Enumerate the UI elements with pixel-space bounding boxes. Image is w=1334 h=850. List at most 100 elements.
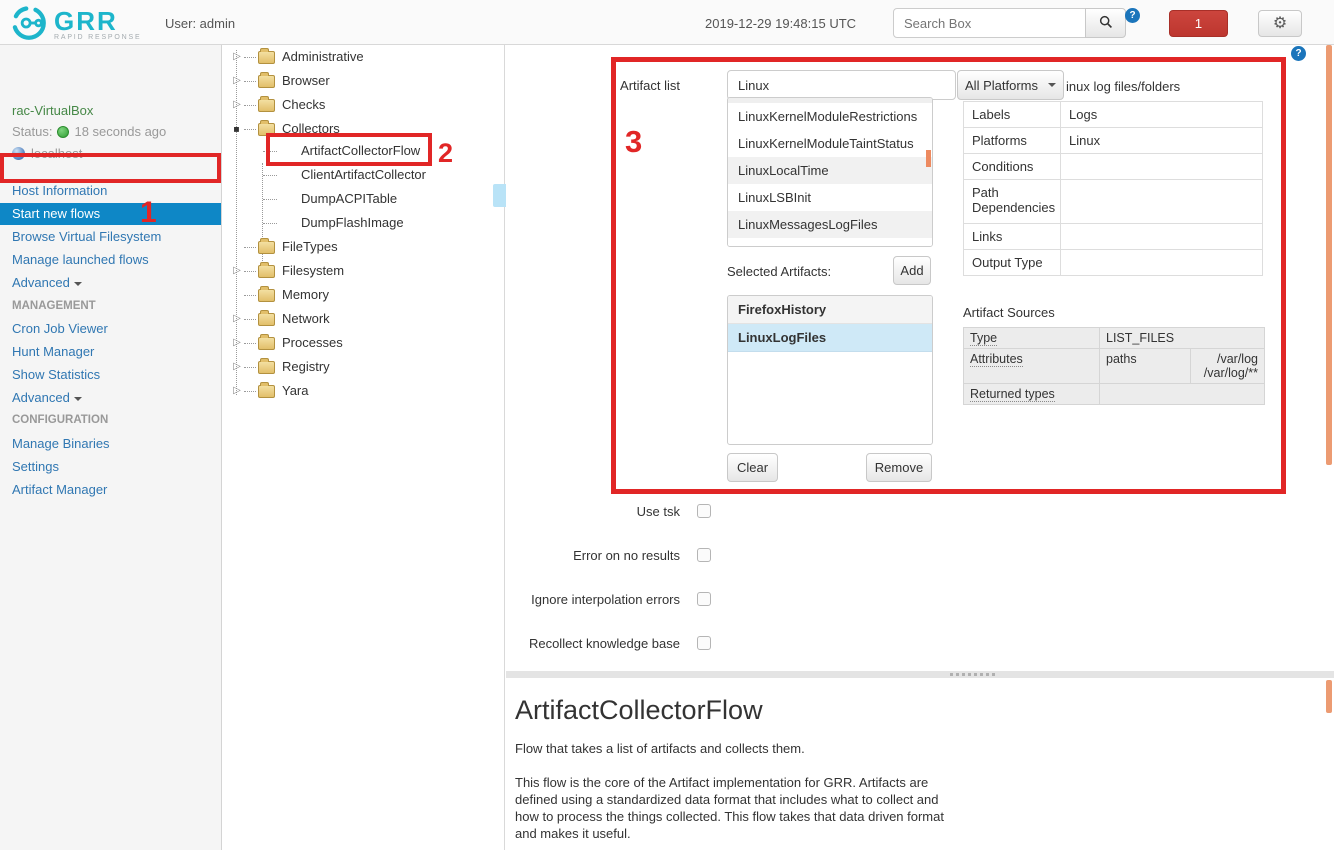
add-button[interactable]: Add: [893, 256, 931, 285]
tree-item-memory[interactable]: Memory: [230, 283, 329, 307]
tree-item-label[interactable]: Network: [282, 307, 330, 331]
tree-item-registry[interactable]: ▷ Registry: [230, 355, 330, 379]
sidebar-item-start-new-flows[interactable]: Start new flows: [0, 203, 221, 225]
sidebar-item-show-statistics[interactable]: Show Statistics: [0, 364, 221, 386]
tree-item-processes[interactable]: ▷ Processes: [230, 331, 343, 355]
remove-button[interactable]: Remove: [866, 453, 932, 482]
chevron-right-icon[interactable]: ▷: [230, 93, 244, 117]
chevron-right-icon[interactable]: ▷: [230, 45, 244, 69]
host-status: Status: 18 seconds ago: [12, 124, 166, 139]
tree-item-label[interactable]: Memory: [282, 283, 329, 307]
recollect-knowledge-base-checkbox[interactable]: [697, 636, 711, 650]
clear-button[interactable]: Clear: [727, 453, 778, 482]
settings-button[interactable]: ⚙: [1258, 10, 1302, 37]
artifact-option[interactable]: LinuxLSBInit: [728, 184, 932, 211]
tree-item-label[interactable]: Processes: [282, 331, 343, 355]
folder-icon: [258, 123, 275, 136]
tree-item-administrative[interactable]: ▷ Administrative: [230, 45, 364, 69]
top-header: GRR RAPID RESPONSE User: admin 2019-12-2…: [0, 0, 1334, 45]
sidebar-item-advanced-client[interactable]: Advanced: [0, 272, 221, 294]
artifact-option[interactable]: LinuxMountCmd: [728, 238, 932, 247]
tree-item-network[interactable]: ▷ Network: [230, 307, 330, 331]
main-scrollbar[interactable]: [1326, 45, 1332, 465]
tree-item-label[interactable]: Collectors: [282, 117, 340, 141]
tree-item-dumpacpitable[interactable]: DumpACPITable: [263, 187, 397, 211]
sidebar-item-browse-virtual-filesystem[interactable]: Browse Virtual Filesystem: [0, 226, 221, 248]
flow-description-title: ArtifactCollectorFlow: [515, 695, 763, 726]
flow-tree-panel: ▷ Administrative ▷ Browser ▷ Checks ◆ Co…: [222, 45, 505, 850]
caret-down-icon: [1048, 83, 1056, 87]
search-group: [893, 8, 1126, 38]
use-tsk-checkbox[interactable]: [697, 504, 711, 518]
selected-artifact[interactable]: LinuxLogFiles: [728, 324, 932, 352]
options-scrollbar-thumb[interactable]: [926, 150, 931, 167]
artifact-options-list[interactable]: LinuxKernelModuleRestrictions LinuxKerne…: [727, 97, 933, 247]
logo-subtitle: RAPID RESPONSE: [54, 34, 141, 41]
tree-item-filetypes[interactable]: FileTypes: [230, 235, 338, 259]
chevron-right-icon[interactable]: ▷: [230, 259, 244, 283]
sidebar-item-host-information[interactable]: Host Information: [0, 180, 221, 202]
chevron-expanded-icon[interactable]: ◆: [224, 116, 251, 143]
selected-artifacts-list[interactable]: FirefoxHistory LinuxLogFiles: [727, 295, 933, 445]
search-button[interactable]: [1085, 8, 1126, 38]
artifact-option[interactable]: LinuxLocalTime: [728, 157, 932, 184]
chevron-right-icon[interactable]: ▷: [230, 69, 244, 93]
tree-item-artifactcollectorflow[interactable]: ArtifactCollectorFlow: [263, 139, 420, 163]
status-age: 18 seconds ago: [74, 124, 166, 139]
folder-icon: [258, 289, 275, 302]
tree-item-filesystem[interactable]: ▷ Filesystem: [230, 259, 344, 283]
caret-down-icon: [74, 397, 82, 401]
tree-item-label[interactable]: ArtifactCollectorFlow: [279, 139, 420, 163]
artifact-option[interactable]: LinuxKernelModuleRestrictions: [728, 103, 932, 130]
search-help-icon[interactable]: ?: [1125, 8, 1140, 23]
artifact-option[interactable]: LinuxMessagesLogFiles: [728, 211, 932, 238]
table-row: Conditions: [964, 154, 1262, 180]
folder-icon: [258, 265, 275, 278]
search-input[interactable]: [893, 8, 1086, 38]
sidebar-item-artifact-manager[interactable]: Artifact Manager: [0, 479, 221, 501]
chevron-right-icon[interactable]: ▷: [230, 379, 244, 403]
sidebar-item-manage-binaries[interactable]: Manage Binaries: [0, 433, 221, 455]
tree-item-label[interactable]: DumpFlashImage: [279, 211, 404, 235]
pane-splitter[interactable]: [506, 671, 1334, 678]
tree-item-label[interactable]: Administrative: [282, 45, 364, 69]
sidebar-item-hunt-manager[interactable]: Hunt Manager: [0, 341, 221, 363]
tree-item-label[interactable]: Browser: [282, 69, 330, 93]
tree-item-clientartifactcollector[interactable]: ClientArtifactCollector: [263, 163, 426, 187]
notification-button[interactable]: 1: [1169, 10, 1228, 37]
error-on-no-results-checkbox[interactable]: [697, 548, 711, 562]
tree-item-checks[interactable]: ▷ Checks: [230, 93, 325, 117]
grr-logo-icon: [10, 4, 48, 45]
sidebar: rac-VirtualBox Status: 18 seconds ago lo…: [0, 45, 222, 850]
tree-item-browser[interactable]: ▷ Browser: [230, 69, 330, 93]
chevron-right-icon[interactable]: ▷: [230, 307, 244, 331]
sidebar-item-settings[interactable]: Settings: [0, 456, 221, 478]
tree-item-dumpflashimage[interactable]: DumpFlashImage: [263, 211, 404, 235]
chevron-right-icon[interactable]: ▷: [230, 355, 244, 379]
chevron-right-icon[interactable]: ▷: [230, 331, 244, 355]
form-help-icon[interactable]: ?: [1291, 46, 1306, 61]
table-row: Labels Logs: [964, 102, 1262, 128]
tree-item-yara[interactable]: ▷ Yara: [230, 379, 309, 403]
tree-item-label[interactable]: Checks: [282, 93, 325, 117]
host-interface: localhost: [12, 146, 82, 161]
tree-item-label[interactable]: FileTypes: [282, 235, 338, 259]
description-scrollbar[interactable]: [1326, 680, 1332, 713]
tree-item-label[interactable]: ClientArtifactCollector: [279, 163, 426, 187]
ignore-interpolation-errors-checkbox[interactable]: [697, 592, 711, 606]
artifact-option[interactable]: LinuxKernelModuleTaintStatus: [728, 130, 932, 157]
sidebar-item-cron-job-viewer[interactable]: Cron Job Viewer: [0, 318, 221, 340]
artifact-search-input[interactable]: [727, 70, 956, 100]
sidebar-item-advanced-management[interactable]: Advanced: [0, 387, 221, 409]
tree-item-label[interactable]: Registry: [282, 355, 330, 379]
selected-artifact[interactable]: FirefoxHistory: [728, 296, 932, 324]
tree-item-label[interactable]: DumpACPITable: [279, 187, 397, 211]
sidebar-item-manage-launched-flows[interactable]: Manage launched flows: [0, 249, 221, 271]
tree-item-label[interactable]: Filesystem: [282, 259, 344, 283]
folder-icon: [258, 337, 275, 350]
splitter-grip-icon[interactable]: [950, 673, 995, 676]
platforms-dropdown[interactable]: All Platforms: [957, 70, 1064, 100]
error-on-no-results-label: Error on no results: [430, 548, 680, 563]
tree-item-label[interactable]: Yara: [282, 379, 309, 403]
tree-item-collectors[interactable]: ◆ Collectors: [230, 117, 340, 141]
